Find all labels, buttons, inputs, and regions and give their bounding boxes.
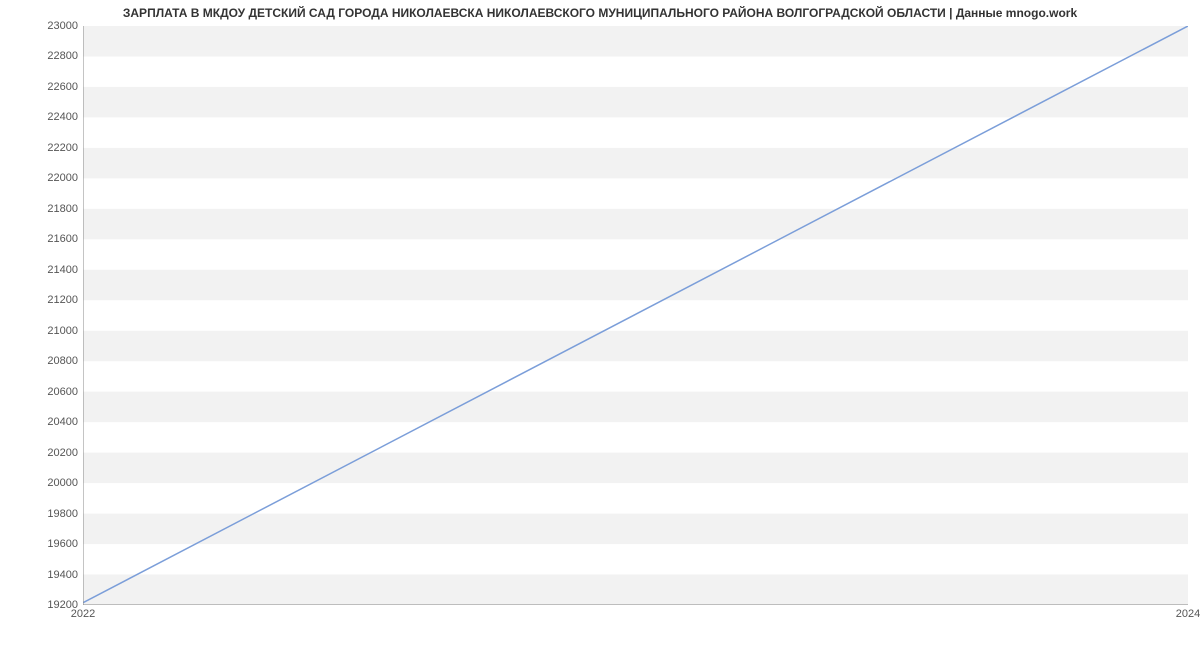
y-tick-label: 22200 <box>4 142 78 154</box>
plot-band <box>83 270 1188 300</box>
y-tick-label: 19400 <box>4 569 78 581</box>
plot-band <box>83 331 1188 361</box>
y-tick-label: 21000 <box>4 325 78 337</box>
y-tick-label: 22800 <box>4 50 78 62</box>
y-tick-label: 22600 <box>4 81 78 93</box>
y-tick-label: 21800 <box>4 203 78 215</box>
plot-band <box>83 453 1188 483</box>
plot-band <box>83 575 1188 605</box>
y-tick-label: 20000 <box>4 477 78 489</box>
plot-band <box>83 209 1188 239</box>
y-tick-label: 23000 <box>4 20 78 32</box>
y-tick-label: 20600 <box>4 386 78 398</box>
chart-plot <box>83 26 1188 605</box>
y-tick-label: 22000 <box>4 172 78 184</box>
x-tick-label: 2022 <box>71 608 95 620</box>
y-tick-label: 20800 <box>4 355 78 367</box>
y-tick-label: 21600 <box>4 233 78 245</box>
y-tick-label: 19800 <box>4 508 78 520</box>
y-tick-label: 21400 <box>4 264 78 276</box>
plot-band <box>83 26 1188 56</box>
y-tick-label: 21200 <box>4 294 78 306</box>
plot-band <box>83 514 1188 544</box>
y-tick-label: 19200 <box>4 599 78 611</box>
x-tick-label: 2024 <box>1176 608 1200 620</box>
plot-band <box>83 392 1188 422</box>
y-tick-label: 22400 <box>4 111 78 123</box>
chart-title: ЗАРПЛАТА В МКДОУ ДЕТСКИЙ САД ГОРОДА НИКО… <box>0 6 1200 20</box>
plot-band <box>83 148 1188 178</box>
y-tick-label: 19600 <box>4 538 78 550</box>
y-tick-label: 20400 <box>4 416 78 428</box>
y-tick-label: 20200 <box>4 447 78 459</box>
